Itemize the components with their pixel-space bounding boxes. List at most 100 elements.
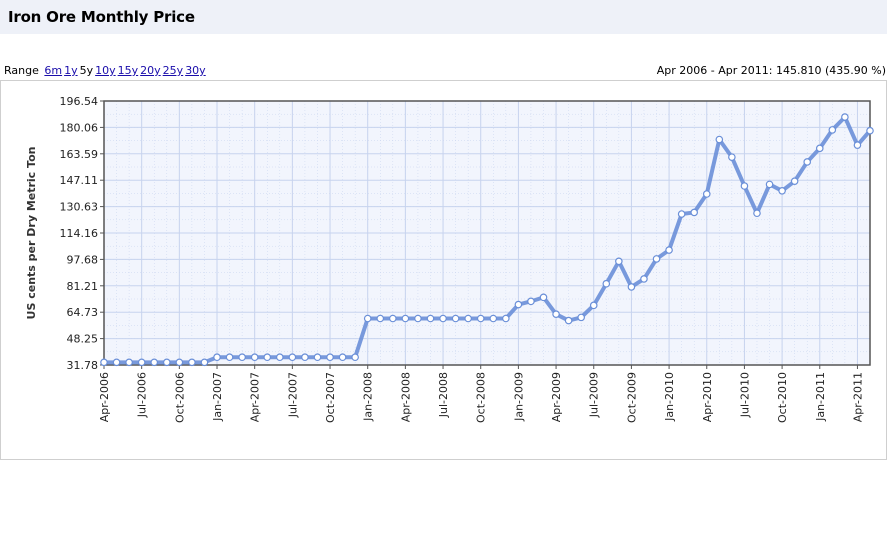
page-title: Iron Ore Monthly Price [8,8,195,26]
data-point [564,316,573,325]
x-tick-label: Oct-2007 [324,372,337,423]
data-point [137,358,146,367]
data-point [502,314,510,323]
data-point [326,353,334,362]
data-point [640,275,648,283]
range-summary: Apr 2006 - Apr 2011: 145.810 (435.90 %) [656,64,886,77]
data-point [815,144,824,153]
data-point [238,353,246,362]
x-tick-label: Apr-2010 [701,372,714,422]
data-point [188,358,196,367]
data-point [351,353,359,362]
data-point [175,358,184,367]
data-point [615,257,623,266]
y-tick-label: 48.25 [67,333,99,346]
data-point [150,358,159,367]
x-tick-label: Jul-2009 [588,372,601,418]
data-point [376,314,385,323]
data-point [753,209,761,218]
data-point [866,126,874,135]
data-point [225,353,234,362]
data-point [451,314,460,323]
data-point [652,255,661,263]
x-tick-label: Oct-2008 [475,372,488,423]
x-tick-label: Jan-2011 [814,372,827,422]
data-point [677,210,686,218]
range-option-6m[interactable]: 6m [44,64,62,77]
data-point [250,353,259,362]
data-point [338,353,347,362]
x-tick-label: Apr-2006 [98,372,111,422]
y-tick-label: 147.11 [60,174,99,187]
data-point [100,358,108,367]
range-option-20y[interactable]: 20y [140,64,161,77]
data-point [389,314,397,323]
data-point [213,353,221,362]
data-point [828,126,837,134]
data-point [778,186,786,195]
y-tick-label: 31.78 [67,359,99,372]
range-selector: Range 6m 1y 5y 10y 15y 20y 25y 30y [4,64,206,77]
range-options: 6m 1y 5y 10y 15y 20y 25y 30y [42,64,205,77]
x-tick-label: Jul-2010 [738,372,751,418]
data-point [527,297,535,306]
data-point [401,314,410,323]
data-point [514,300,523,309]
range-option-25y[interactable]: 25y [163,64,184,77]
title-bar: Iron Ore Monthly Price [0,0,887,34]
data-point [665,246,673,254]
data-point [602,279,611,288]
data-point [790,177,799,185]
y-tick-label: 64.73 [67,306,99,319]
x-tick-label: Jan-2009 [512,372,525,422]
x-tick-label: Jan-2010 [663,372,676,422]
range-option-10y[interactable]: 10y [95,64,116,77]
range-label: Range [4,64,39,77]
range-option-1y[interactable]: 1y [64,64,78,77]
data-point [690,208,698,217]
data-point [803,158,812,166]
y-tick-label: 97.68 [67,253,99,266]
data-point [728,153,736,161]
data-point [439,314,447,323]
x-tick-label: Oct-2010 [776,372,789,423]
range-option-30y[interactable]: 30y [185,64,206,77]
data-point [288,353,297,362]
x-tick-label: Apr-2008 [399,372,412,422]
x-tick-label: Jan-2008 [362,372,375,422]
x-tick-label: Oct-2009 [625,372,638,423]
data-point [539,293,548,302]
data-point [589,301,598,310]
y-tick-label: 196.54 [60,95,99,108]
data-point [276,353,284,362]
data-point [552,310,560,318]
x-tick-label: Jul-2007 [286,372,299,418]
data-point [841,113,849,121]
data-point [476,314,485,323]
data-point [162,358,171,367]
data-point [301,353,309,362]
range-option-15y[interactable]: 15y [118,64,139,77]
x-tick-label: Jan-2007 [211,372,224,422]
data-point [853,141,862,149]
data-point [414,314,422,323]
data-point [489,314,498,323]
data-point [627,283,636,291]
data-point [112,358,121,367]
y-tick-label: 130.63 [60,201,99,214]
data-point [200,358,209,367]
y-tick-label: 114.16 [60,227,99,240]
data-point [363,314,372,323]
data-point [464,314,472,323]
y-tick-label: 163.59 [60,148,99,161]
chart-container: 31.78 48.25 64.73 81.21 97.68 114.16 130.63 147… [0,80,887,460]
data-point [426,314,435,323]
x-tick-label: Apr-2007 [249,372,262,422]
price-line-chart: 31.78 48.25 64.73 81.21 97.68 114.16 130.63 147… [25,95,874,423]
data-point [577,313,585,322]
data-point [313,353,322,362]
data-point [715,135,724,144]
y-axis-label: US cents per Dry Metric Ton [25,147,38,320]
data-point [702,190,711,198]
y-tick-label: 81.21 [67,280,99,293]
